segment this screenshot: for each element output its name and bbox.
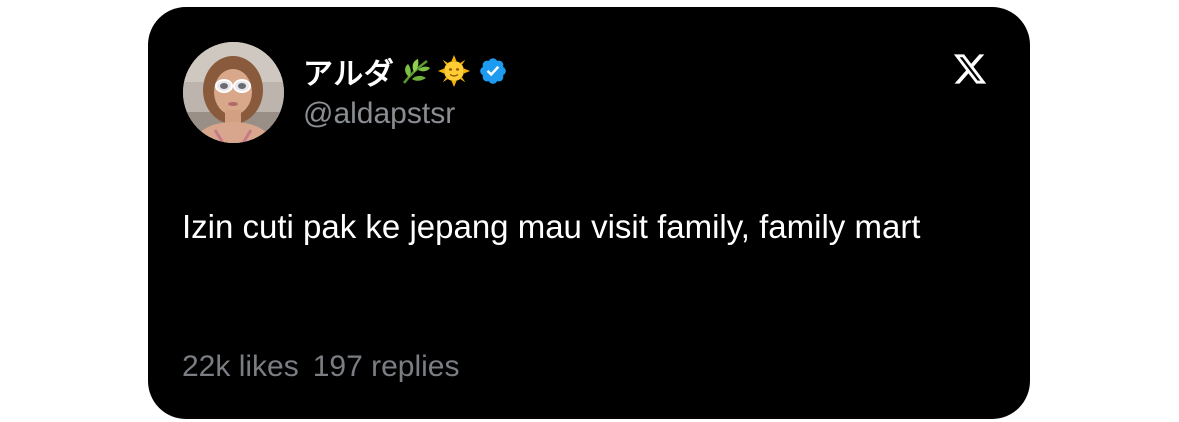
verified-badge-icon [480, 58, 507, 84]
herb-icon [403, 59, 431, 84]
x-logo-icon[interactable] [952, 51, 988, 87]
display-name[interactable]: アルダ [303, 49, 394, 93]
likes-count[interactable]: 22k likes [182, 350, 299, 384]
tweet-text: Izin cuti pak ke jepang mau visit family… [182, 208, 921, 245]
tweet-stats: 22k likes 197 replies [182, 350, 459, 384]
author-handle[interactable]: @aldapstsr [303, 97, 455, 131]
avatar[interactable] [183, 42, 284, 143]
tweet-card: アルダ @aldapstsr Izin cuti pak ke jepang m… [148, 7, 1030, 419]
replies-count[interactable]: 197 replies [313, 350, 460, 384]
avatar-image [183, 42, 284, 143]
sun-with-face-icon [438, 55, 471, 87]
author-name-row[interactable]: アルダ [303, 53, 508, 92]
